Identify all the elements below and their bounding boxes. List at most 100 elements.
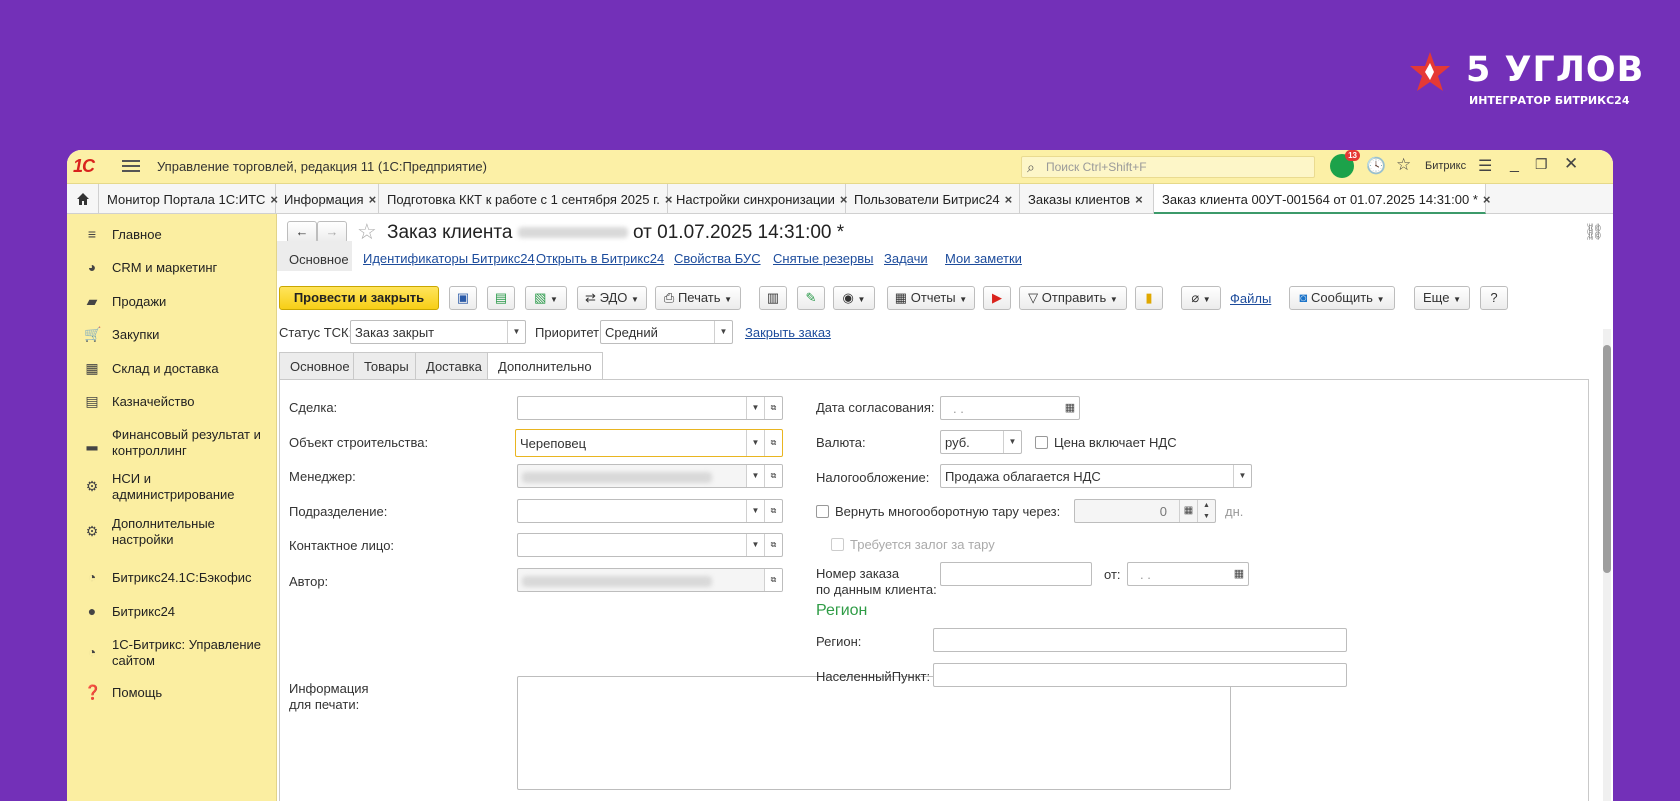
more-button[interactable]: Еще ▼ (1414, 286, 1470, 310)
locality-field[interactable] (933, 663, 1347, 687)
contact-field[interactable]: ▼ ⧉ (517, 533, 783, 557)
files-link[interactable]: Файлы (1230, 291, 1271, 306)
currency-select[interactable]: руб. ▼ (940, 430, 1022, 454)
approval-date-field[interactable]: . . ▦ (940, 396, 1080, 420)
structure-button[interactable]: ▶ (983, 286, 1011, 310)
back-button[interactable]: ← (287, 221, 317, 243)
manager-field[interactable]: ▼ ⧉ (517, 464, 783, 488)
hamburger-menu-icon[interactable] (122, 157, 140, 175)
scrollbar-thumb[interactable] (1603, 345, 1611, 573)
tab-kkt-prep[interactable]: Подготовка ККТ к работе с 1 сентября 202… (379, 184, 672, 214)
inner-tab-extra[interactable]: Дополнительно (487, 352, 603, 380)
tab-info[interactable]: Информация × (276, 184, 379, 214)
favorites-star-icon[interactable]: ☆ (1396, 155, 1411, 175)
minimize-icon[interactable]: _ (1510, 156, 1519, 174)
nav-tasks[interactable]: Задачи (884, 251, 928, 266)
reports-button[interactable]: ▦ Отчеты ▼ (887, 286, 975, 310)
chevron-down-icon[interactable]: ▼ (746, 430, 764, 456)
tab-client-order[interactable]: Заказ клиента 00УТ-001564 от 01.07.2025 … (1154, 184, 1491, 214)
nav-bus-props[interactable]: Свойства БУС (674, 251, 761, 266)
note-icon: ▮ (1145, 290, 1153, 305)
tab-bitrix-users[interactable]: Пользователи Битрис24 × (846, 184, 1020, 214)
nav-notes[interactable]: Мои заметки (945, 251, 1022, 266)
history-icon[interactable]: 🕓 (1366, 156, 1386, 176)
send-icon: ▽ (1028, 290, 1039, 305)
send-button[interactable]: ▽ Отправить ▼ (1019, 286, 1127, 310)
calendar-icon[interactable]: ▦ (1230, 563, 1248, 585)
inner-tab-delivery[interactable]: Доставка (415, 352, 493, 380)
restore-icon[interactable]: ❐ (1535, 156, 1548, 173)
vertical-scrollbar[interactable] (1603, 329, 1611, 801)
chevron-down-icon[interactable]: ▼ (1233, 465, 1251, 487)
open-icon[interactable]: ⧉ (764, 465, 782, 487)
close-tab-icon[interactable]: × (369, 192, 377, 207)
deal-field[interactable]: ▼ ⧉ (517, 396, 783, 420)
link-icon[interactable]: ⛓ (1584, 222, 1604, 242)
message-button[interactable]: ◙ Сообщить ▼ (1289, 286, 1395, 310)
attach-button[interactable]: ⌀ ▼ (1181, 286, 1221, 310)
deposit-checkbox[interactable]: Требуется залог за тару (831, 537, 995, 552)
close-window-icon[interactable]: ✕ (1564, 154, 1578, 174)
calendar-icon[interactable]: ▦ (1061, 397, 1079, 419)
nav-reserves[interactable]: Снятые резервы (773, 251, 873, 266)
return-tare-checkbox[interactable]: Вернуть многооборотную тару через: (816, 504, 1060, 519)
chevron-down-icon[interactable]: ▼ (507, 321, 525, 343)
post-button[interactable]: ▤ (487, 286, 515, 310)
status-select[interactable]: Заказ закрыт ▼ (350, 320, 526, 344)
forward-button[interactable]: → (317, 221, 347, 243)
vat-included-checkbox[interactable]: Цена включает НДС (1035, 435, 1177, 450)
region-field[interactable] (933, 628, 1347, 652)
global-search-input[interactable]: ⌕ Поиск Ctrl+Shift+F (1021, 156, 1315, 178)
open-icon[interactable]: ⧉ (764, 534, 782, 556)
tab-client-orders[interactable]: Заказы клиентов × (1020, 184, 1154, 214)
nav-main[interactable]: Основное (277, 241, 352, 271)
sign-button[interactable]: ✎ (797, 286, 825, 310)
chevron-down-icon[interactable]: ▼ (746, 465, 764, 487)
edo-button[interactable]: ⇄ ЭДО ▼ (577, 286, 647, 310)
chevron-down-icon[interactable]: ▼ (714, 321, 732, 343)
division-field[interactable]: ▼ ⧉ (517, 499, 783, 523)
close-tab-icon[interactable]: × (1135, 192, 1143, 207)
object-field[interactable]: Череповец ▼ ⧉ (515, 429, 783, 457)
open-icon[interactable]: ⧉ (764, 397, 782, 419)
home-tab[interactable] (67, 184, 99, 214)
chevron-down-icon[interactable]: ▼ (1003, 431, 1021, 453)
chevron-down-icon[interactable]: ▼ (746, 500, 764, 522)
client-order-label-1: Номер заказа (816, 566, 900, 581)
help-button[interactable]: ? (1480, 286, 1508, 310)
tab-sync-settings[interactable]: Настройки синхронизации × (668, 184, 847, 214)
close-order-link[interactable]: Закрыть заказ (745, 325, 831, 340)
create-based-button[interactable]: ▧ ▼ (525, 286, 567, 310)
settings-menu-icon[interactable]: ☰ (1478, 156, 1492, 176)
open-icon[interactable]: ⧉ (764, 569, 782, 591)
tab-portal-monitor[interactable]: Монитор Портала 1С:ИТС × (99, 184, 278, 214)
save-button[interactable]: ▣ (449, 286, 477, 310)
close-tab-icon[interactable]: × (1483, 192, 1491, 207)
spinner-icon[interactable]: ▲ ▼ (1197, 500, 1215, 522)
favorite-star-icon[interactable]: ☆ (357, 219, 377, 245)
b24-button[interactable]: ◉ ▼ (833, 286, 875, 310)
note-button[interactable]: ▮ (1135, 286, 1163, 310)
nav-open-bitrix[interactable]: Открыть в Битрикс24 (536, 251, 664, 266)
client-order-number-field[interactable] (940, 562, 1092, 586)
inner-tab-main[interactable]: Основное (279, 352, 361, 380)
journal-button[interactable]: ▥ (759, 286, 787, 310)
author-field[interactable]: ⧉ (517, 568, 783, 592)
close-tab-icon[interactable]: × (1005, 192, 1013, 207)
app-title: Управление торговлей, редакция 11 (1С:Пр… (157, 159, 487, 174)
chevron-down-icon[interactable]: ▼ (746, 397, 764, 419)
inner-tab-goods[interactable]: Товары (353, 352, 420, 380)
user-name[interactable]: Битрикс (1425, 160, 1466, 172)
priority-select[interactable]: Средний ▼ (600, 320, 733, 344)
open-icon[interactable]: ⧉ (764, 430, 782, 456)
print-info-textarea[interactable] (517, 676, 1231, 790)
taxation-select[interactable]: Продажа облагается НДС ▼ (940, 464, 1252, 488)
print-button[interactable]: ⎙ Печать ▼ (655, 286, 741, 310)
notifications-button[interactable]: 13 (1330, 150, 1360, 178)
return-days-field[interactable]: 0 ▦ ▲ ▼ (1074, 499, 1216, 523)
chevron-down-icon[interactable]: ▼ (746, 534, 764, 556)
post-and-close-button[interactable]: Провести и закрыть (279, 286, 439, 310)
nav-bitrix-ids[interactable]: Идентификаторы Битрикс24 (363, 251, 535, 266)
open-icon[interactable]: ⧉ (764, 500, 782, 522)
client-order-date-field[interactable]: . . ▦ (1127, 562, 1249, 586)
